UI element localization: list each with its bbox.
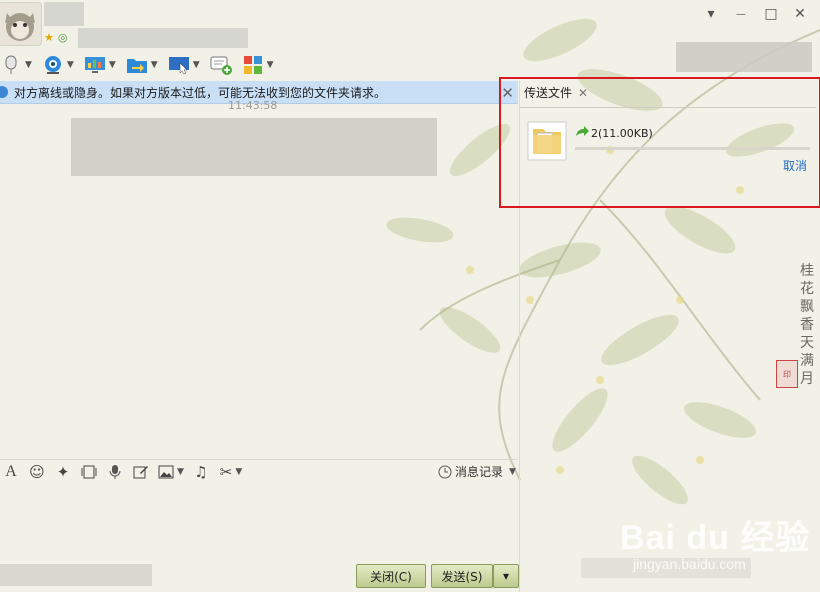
edit-icon (133, 466, 148, 479)
chevron-down-icon[interactable]: ▼ (151, 60, 158, 70)
voice-call-button[interactable]: ▼ (0, 55, 32, 75)
chevron-down-icon[interactable]: ▼ (235, 467, 242, 477)
smiley-icon: ☺ (29, 463, 45, 481)
film-icon (81, 465, 97, 479)
folder-transfer-icon (126, 55, 148, 75)
send-button[interactable]: 发送(S) (431, 564, 493, 588)
screen-share-icon (84, 55, 106, 75)
baidu-watermark: Bai du 经验 (620, 519, 811, 557)
notice-text: 对方离线或隐身。如果对方版本过低，可能无法收到您的文件夹请求。 (14, 85, 387, 100)
chevron-down-icon[interactable]: ▼ (25, 60, 32, 70)
contact-avatar[interactable] (0, 2, 42, 46)
file-transfer-highlight-frame (499, 77, 820, 208)
group-chat-button[interactable] (210, 55, 232, 75)
chevron-down-icon[interactable]: ▼ (177, 467, 184, 477)
music-button[interactable]: ♫ (190, 462, 212, 482)
contact-name-redacted (44, 2, 84, 26)
chat-toolbar: ▼ ▼ ▼ ▼ ▼ ▼ (0, 52, 284, 78)
chevron-down-icon[interactable]: ▼ (67, 60, 74, 70)
font-button[interactable]: A (0, 462, 22, 482)
history-label: 消息记录 (455, 465, 504, 479)
microphone-icon (109, 465, 121, 479)
avatar-icon (5, 13, 35, 41)
bottom-left-redacted (0, 564, 152, 586)
send-file-button[interactable]: ▼ (126, 55, 158, 75)
voice-message-button[interactable] (104, 462, 126, 482)
emoji-button[interactable]: ☺ (26, 462, 48, 482)
message-timestamp: 11:43:58 (228, 99, 278, 112)
remote-desktop-icon (168, 55, 190, 75)
animated-emoji-button[interactable] (78, 462, 100, 482)
calligraphy-poem: 桂花飘香天满月 (800, 263, 814, 387)
baidu-watermark-url: jingyan.baidu.com (633, 556, 746, 572)
window-menu-button[interactable]: ▾ (700, 4, 722, 24)
magic-wand-icon: ✦ (56, 463, 70, 481)
video-call-button[interactable]: ▼ (42, 55, 74, 75)
chat-message-redacted (71, 118, 437, 176)
maximize-button[interactable]: □ (760, 4, 782, 24)
font-icon: A (5, 463, 17, 480)
chevron-down-icon: ▼ (509, 466, 516, 477)
nudge-button[interactable]: ✦ (52, 462, 74, 482)
message-history-button[interactable]: 消息记录 ▼ (438, 463, 516, 480)
music-note-icon: ♫ (194, 463, 208, 481)
chevron-down-icon[interactable]: ▼ (193, 60, 200, 70)
scissors-icon: ✂ (219, 463, 233, 481)
remote-desktop-button[interactable]: ▼ (168, 55, 200, 75)
input-separator (0, 459, 518, 460)
clock-icon (438, 465, 452, 478)
chevron-down-icon[interactable]: ▼ (267, 60, 274, 70)
close-window-button[interactable]: ✕ (789, 4, 811, 24)
right-header-redacted (676, 42, 812, 72)
microphone-icon (0, 55, 22, 75)
status-icons: ★ ◎ (44, 31, 67, 44)
image-icon (158, 465, 174, 479)
contact-signature-redacted (78, 28, 248, 48)
apps-icon (242, 55, 264, 75)
screen-share-button[interactable]: ▼ (84, 55, 116, 75)
send-options-button[interactable]: ▾ (493, 564, 519, 588)
red-seal-stamp: 印 (776, 360, 798, 388)
apps-button[interactable]: ▼ (242, 55, 274, 75)
screenshot-button[interactable]: ✂ ▼ (216, 462, 246, 482)
chevron-down-icon: ▾ (502, 569, 510, 583)
webcam-icon (42, 55, 64, 75)
info-icon (0, 86, 8, 98)
group-chat-icon (210, 55, 232, 75)
input-toolbar: A ☺ ✦ ▼ ♫ ✂ ▼ (0, 461, 250, 483)
minimize-button[interactable]: — (730, 4, 752, 24)
qzone-icon[interactable]: ◎ (58, 31, 68, 44)
chevron-down-icon[interactable]: ▼ (109, 60, 116, 70)
close-button[interactable]: 关闭(C) (356, 564, 426, 588)
star-icon: ★ (44, 31, 54, 44)
edit-button[interactable] (130, 462, 152, 482)
image-button[interactable]: ▼ (156, 462, 186, 482)
